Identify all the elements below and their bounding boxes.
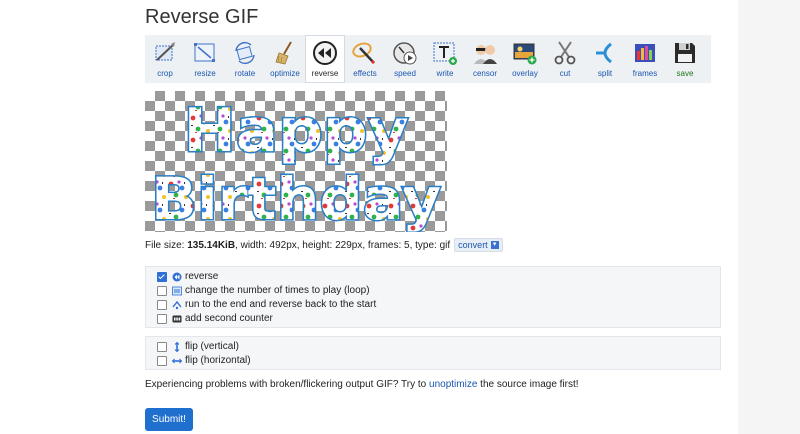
download-icon: ▾ bbox=[490, 241, 499, 249]
vertical-arrow-icon bbox=[174, 341, 180, 352]
file-size-prefix: File size: bbox=[145, 239, 188, 251]
split-icon bbox=[596, 42, 612, 64]
tool-label: speed bbox=[394, 69, 416, 78]
tool-label: frames bbox=[632, 69, 658, 78]
options-panel-flip: flip (vertical) flip (horizontal) bbox=[145, 336, 721, 370]
tool-save[interactable]: save bbox=[665, 35, 705, 83]
counter-label: add second counter bbox=[185, 313, 273, 324]
bounce-label: run to the end and reverse back to the s… bbox=[185, 299, 377, 310]
file-size-value: 135.14KiB bbox=[187, 239, 236, 251]
horizontal-arrow-icon bbox=[172, 358, 182, 363]
gif-text-line1: Happy bbox=[184, 96, 409, 166]
censor-icon bbox=[474, 45, 497, 64]
option-flip-horizontal[interactable]: flip (horizontal) bbox=[157, 354, 251, 367]
tool-label: rotate bbox=[234, 69, 256, 78]
flip-vertical-checkbox[interactable] bbox=[157, 341, 167, 352]
crop-icon bbox=[155, 42, 175, 61]
gif-text-line2: Birthday bbox=[151, 165, 441, 232]
tool-crop[interactable]: crop bbox=[145, 35, 185, 83]
options-panel-main: reverse change the number of times to pl… bbox=[145, 266, 721, 328]
option-loop[interactable]: change the number of times to play (loop… bbox=[157, 284, 370, 297]
file-info: File size: 135.14KiB , width: 492px, hei… bbox=[145, 238, 503, 252]
loop-icon bbox=[172, 286, 182, 295]
tool-label: censor bbox=[472, 69, 497, 78]
tool-resize[interactable]: resize bbox=[185, 35, 225, 83]
problems-prefix: Experiencing problems with broken/flicke… bbox=[145, 379, 430, 390]
floppy-disk-icon bbox=[675, 43, 695, 63]
tool-label: overlay bbox=[512, 69, 538, 78]
reverse-icon bbox=[172, 272, 182, 281]
counter-icon bbox=[172, 315, 182, 322]
tool-frames[interactable]: frames bbox=[625, 35, 665, 83]
problems-note: Experiencing problems with broken/flicke… bbox=[145, 379, 579, 390]
tool-label: crop bbox=[157, 69, 173, 78]
tool-rotate[interactable]: rotate bbox=[225, 35, 265, 83]
speed-icon bbox=[393, 42, 417, 65]
tool-reverse[interactable]: reverse bbox=[305, 35, 345, 83]
tool-label: write bbox=[436, 69, 454, 78]
tool-split[interactable]: split bbox=[585, 35, 625, 83]
loop-label: change the number of times to play (loop… bbox=[185, 285, 370, 296]
gif-preview: Happy Birthday bbox=[145, 91, 447, 232]
right-gutter bbox=[738, 0, 800, 434]
option-reverse[interactable]: reverse bbox=[157, 270, 218, 283]
option-flip-vertical[interactable]: flip (vertical) bbox=[157, 340, 239, 353]
tool-label: split bbox=[597, 69, 613, 78]
scissors-icon bbox=[554, 41, 576, 65]
tool-censor[interactable]: censor bbox=[465, 35, 505, 83]
flip-vertical-label: flip (vertical) bbox=[185, 341, 239, 352]
option-bounce[interactable]: run to the end and reverse back to the s… bbox=[157, 298, 376, 311]
option-counter[interactable]: add second counter bbox=[157, 312, 273, 325]
convert-button[interactable]: convert ▾ bbox=[454, 238, 503, 252]
tool-toolbar: crop resize rotate optimize reverse effe… bbox=[145, 35, 711, 83]
tool-label: reverse bbox=[311, 69, 339, 78]
tool-speed[interactable]: speed bbox=[385, 35, 425, 83]
tool-write[interactable]: write bbox=[425, 35, 465, 83]
file-details: , width: 492px, height: 229px, frames: 5… bbox=[235, 239, 451, 251]
frames-icon bbox=[635, 44, 655, 62]
loop-checkbox[interactable] bbox=[157, 285, 167, 296]
broom-icon bbox=[275, 41, 292, 65]
tool-effects[interactable]: effects bbox=[345, 35, 385, 83]
submit-button[interactable]: Submit! bbox=[145, 408, 193, 431]
counter-checkbox[interactable] bbox=[157, 313, 167, 324]
tool-cut[interactable]: cut bbox=[545, 35, 585, 83]
page-title: Reverse GIF bbox=[145, 6, 259, 28]
tool-label: save bbox=[676, 69, 694, 78]
reverse-checkbox[interactable] bbox=[157, 271, 167, 282]
magic-wand-icon bbox=[352, 42, 376, 65]
tool-label: optimize bbox=[270, 69, 300, 78]
reverse-label: reverse bbox=[185, 271, 219, 282]
rotate-icon bbox=[235, 41, 255, 65]
bounce-checkbox[interactable] bbox=[157, 299, 167, 310]
tool-overlay[interactable]: overlay bbox=[505, 35, 545, 83]
convert-label: convert bbox=[458, 240, 488, 250]
bounce-icon bbox=[172, 300, 182, 309]
resize-icon bbox=[194, 43, 215, 62]
tool-label: cut bbox=[559, 69, 571, 78]
flip-horizontal-checkbox[interactable] bbox=[157, 355, 167, 366]
flip-horizontal-label: flip (horizontal) bbox=[185, 355, 251, 366]
problems-suffix: the source image first! bbox=[477, 379, 579, 390]
overlay-icon bbox=[513, 43, 537, 65]
rewind-icon bbox=[313, 41, 337, 65]
text-icon bbox=[433, 42, 457, 65]
tool-label: resize bbox=[194, 69, 216, 78]
unoptimize-link[interactable]: unoptimize bbox=[429, 379, 477, 390]
gif-image: Happy Birthday bbox=[150, 95, 443, 233]
tool-label: effects bbox=[353, 69, 377, 78]
tool-optimize[interactable]: optimize bbox=[265, 35, 305, 83]
